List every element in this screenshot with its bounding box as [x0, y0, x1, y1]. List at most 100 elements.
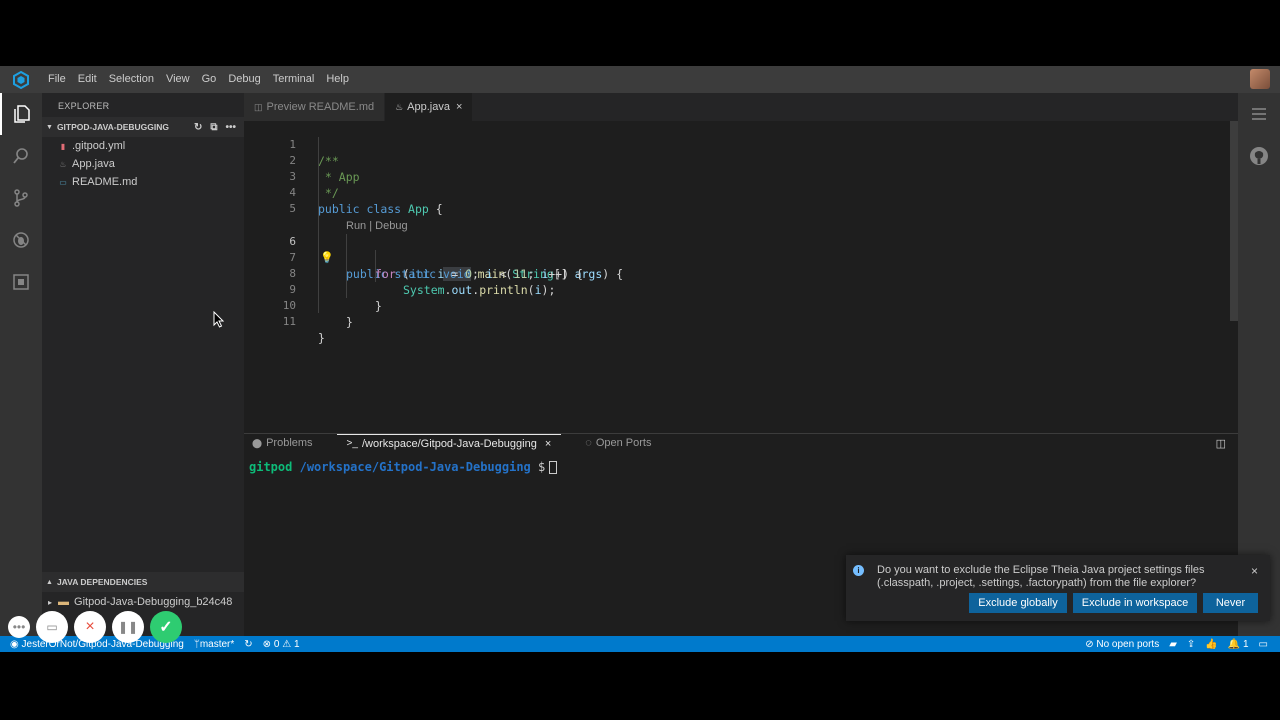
codelens-line: Run | Debug: [244, 202, 1230, 232]
share-icon[interactable]: ⇪: [1187, 639, 1195, 650]
like-icon[interactable]: 👍: [1205, 639, 1217, 650]
close-icon[interactable]: ×: [1251, 564, 1258, 578]
code-line: 6 💡 public static void main(String[] arg…: [244, 218, 1230, 281]
panel-toggle-icon[interactable]: ▭: [1259, 639, 1268, 650]
chevron-right-icon: ▸: [48, 597, 53, 607]
java-icon: ♨: [395, 101, 404, 112]
menu-terminal[interactable]: Terminal: [267, 66, 321, 93]
code-line: 3 */: [244, 153, 1230, 200]
more-actions-icon[interactable]: •••: [225, 122, 236, 133]
indent-guide: [318, 137, 319, 313]
status-bar: ◉ JesterOrNot/Gitpod-Java-Debugging ᛘmas…: [0, 636, 1280, 652]
code-line: 4 public class App {: [244, 169, 1230, 216]
error-icon: ⊗: [262, 638, 272, 650]
editor-scrollbar[interactable]: [1230, 121, 1238, 321]
branch-status[interactable]: ᛘmaster*: [194, 639, 234, 650]
menu-file[interactable]: File: [42, 66, 72, 93]
tab-label: App.java: [407, 101, 450, 113]
code-line: 1 /**: [244, 121, 1230, 168]
ports-status[interactable]: ⊘ No open ports: [1085, 639, 1159, 650]
terminal-icon: >_: [346, 438, 358, 449]
code-line: 10 }: [244, 282, 1230, 329]
file-gitpod-yml[interactable]: ▮ .gitpod.yml: [42, 137, 244, 155]
explorer-title: EXPLORER: [58, 101, 110, 111]
terminal-output[interactable]: gitpod /workspace/Gitpod-Java-Debugging …: [249, 460, 558, 474]
camera-icon[interactable]: ▭: [36, 611, 68, 643]
debug-icon[interactable]: [0, 219, 42, 261]
close-icon[interactable]: ×: [545, 438, 551, 450]
terminal-path: /workspace/Gitpod-Java-Debugging: [299, 460, 531, 474]
preview-icon: ◫: [254, 101, 263, 112]
java-icon: ♨: [59, 159, 67, 169]
exclude-globally-button[interactable]: Exclude globally: [969, 593, 1067, 613]
collapse-all-icon[interactable]: ⧉: [210, 122, 217, 133]
sync-icon[interactable]: ↻: [244, 639, 252, 650]
menu-selection[interactable]: Selection: [103, 66, 160, 93]
tab-preview-readme[interactable]: ◫ Preview README.md: [244, 93, 386, 121]
notification-count: 1: [1242, 638, 1249, 650]
java-dependencies-header[interactable]: ▲ JAVA DEPENDENCIES: [42, 572, 244, 592]
tab-open-ports[interactable]: ◌ Open Ports: [585, 434, 651, 452]
menu-view[interactable]: View: [160, 66, 196, 93]
bell-icon: 🔔: [1227, 638, 1241, 650]
menu-edit[interactable]: Edit: [72, 66, 103, 93]
code-text: }: [346, 315, 353, 329]
terminal-prompt: $: [538, 460, 546, 474]
code-text: }: [318, 331, 325, 345]
problems-status[interactable]: ⊗ 0 ⚠ 1: [263, 639, 300, 650]
info-icon: i: [853, 565, 864, 576]
ide-window: File Edit Selection View Go Debug Termin…: [0, 66, 1280, 652]
code-line: 5: [244, 185, 1230, 232]
workspace-name: GITPOD-JAVA-DEBUGGING: [56, 122, 170, 132]
java-dependencies-section: ▲ JAVA DEPENDENCIES ▸ ▬ Gitpod-Java-Debu…: [42, 572, 244, 612]
indent-guide: [375, 250, 376, 282]
code-line: 8 System.out.println(i);: [244, 250, 1230, 297]
avatar[interactable]: [1250, 69, 1270, 89]
folder-icon: ▬: [58, 596, 70, 608]
pause-icon[interactable]: ❚❚: [112, 611, 144, 643]
terminal-cursor: [549, 461, 558, 474]
finish-recording-icon[interactable]: ✓: [150, 611, 182, 643]
tab-problems[interactable]: ⬤ Problems: [252, 434, 313, 452]
file-readme-md[interactable]: ▭ README.md: [42, 173, 244, 191]
branch-label: master*: [199, 638, 235, 650]
more-options-icon[interactable]: •••: [8, 616, 30, 638]
tab-app-java[interactable]: ♨ App.java ×: [385, 93, 474, 121]
menu-go[interactable]: Go: [196, 66, 223, 93]
terminal-user: gitpod: [249, 460, 293, 474]
caret-down-icon: ▼: [46, 123, 53, 131]
exclude-in-workspace-button[interactable]: Exclude in workspace: [1073, 593, 1197, 613]
activity-bar: [0, 93, 42, 636]
tab-label: Problems: [266, 437, 313, 449]
java-dependencies-title: JAVA DEPENDENCIES: [56, 577, 148, 587]
file-app-java[interactable]: ♨ App.java: [42, 155, 244, 173]
notifications-status[interactable]: 🔔 1: [1228, 639, 1249, 650]
refresh-icon[interactable]: ↻: [194, 122, 202, 133]
never-button[interactable]: Never: [1203, 593, 1258, 613]
search-icon[interactable]: [0, 135, 42, 177]
workspace-section-header[interactable]: ▼ GITPOD-JAVA-DEBUGGING ↻ ⧉ •••: [42, 117, 244, 137]
extensions-icon[interactable]: [0, 261, 42, 303]
line-number: 11: [282, 315, 296, 328]
panel-tabs: ⬤ Problems >_ /workspace/Gitpod-Java-Deb…: [244, 434, 1238, 452]
error-circle-icon: ⬤: [252, 437, 263, 448]
tab-terminal[interactable]: >_ /workspace/Gitpod-Java-Debugging ×: [336, 434, 562, 452]
cancel-recording-icon[interactable]: ×: [74, 611, 106, 643]
explorer-files-icon[interactable]: [0, 93, 42, 135]
close-icon[interactable]: ×: [456, 101, 462, 113]
maximize-panel-icon[interactable]: ◫: [1216, 437, 1226, 450]
ports-icon: ⊘: [1085, 638, 1094, 650]
menu-debug[interactable]: Debug: [222, 66, 266, 93]
outline-icon[interactable]: [1238, 93, 1280, 135]
error-count: 0: [273, 638, 280, 650]
github-icon[interactable]: [1238, 135, 1280, 177]
chat-icon[interactable]: ▰: [1169, 639, 1177, 650]
explorer-sidebar: EXPLORER ▼ GITPOD-JAVA-DEBUGGING ↻ ⧉ •••…: [42, 93, 244, 636]
source-control-icon[interactable]: [0, 177, 42, 219]
dependency-project-item[interactable]: ▸ ▬ Gitpod-Java-Debugging_b24c48: [42, 592, 244, 612]
file-label: .gitpod.yml: [72, 140, 126, 152]
menu-help[interactable]: Help: [320, 66, 355, 93]
code-line: 9 }: [244, 266, 1230, 313]
code-line: 7 for (int i = 0; i < 11; i++) {: [244, 234, 1230, 281]
code-editor[interactable]: 1 /** 2 * App 3 */ 4 public class App { …: [244, 121, 1238, 433]
